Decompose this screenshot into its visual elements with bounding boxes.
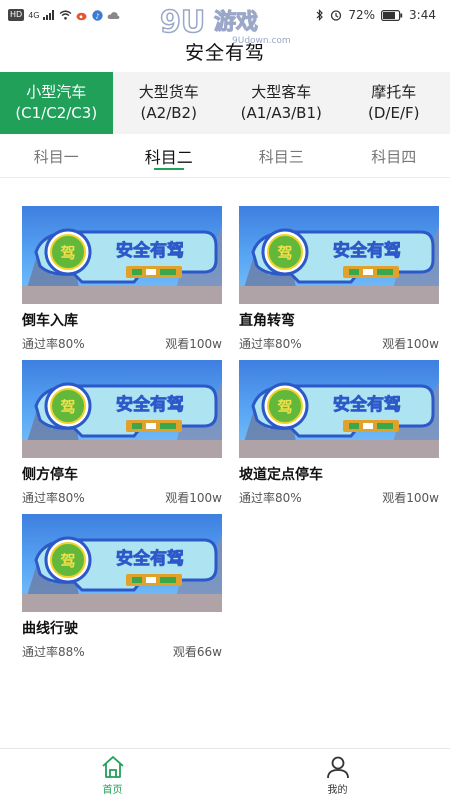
weibo-icon [76, 12, 87, 20]
video-meta: 通过率88% 观看66w [22, 644, 222, 660]
svg-text:安全有驾: 安全有驾 [333, 394, 401, 415]
svg-text:驾: 驾 [277, 398, 292, 416]
tab-large-bus[interactable]: 大型客车 (A1/A3/B1) [225, 72, 338, 134]
network-label: 4G [28, 10, 40, 20]
home-icon [101, 755, 124, 778]
pass-rate: 通过率80% [239, 337, 302, 351]
status-time: 3:44 [409, 8, 436, 22]
view-count: 观看66w [172, 645, 222, 659]
svg-text:♪: ♪ [96, 12, 100, 20]
tab-code: (D/E/F) [368, 104, 420, 122]
view-count: 观看100w [165, 491, 222, 505]
cloud-icon [108, 11, 120, 19]
view-count: 观看100w [382, 491, 439, 505]
tab-subject-2[interactable]: 科目二 [113, 134, 226, 178]
nav-label: 我的 [327, 784, 348, 796]
video-title: 坡道定点停车 [239, 467, 323, 483]
view-count: 观看100w [165, 337, 222, 351]
tab-label: 科目一 [33, 147, 79, 166]
svg-text:安全有驾: 安全有驾 [333, 240, 401, 261]
svg-text:安全有驾: 安全有驾 [116, 240, 184, 261]
tab-subject-3[interactable]: 科目三 [225, 134, 338, 178]
video-title: 曲线行驶 [22, 621, 78, 637]
tab-subject-4[interactable]: 科目四 [338, 134, 450, 178]
svg-text:安全有驾: 安全有驾 [116, 394, 184, 415]
nav-label: 首页 [102, 784, 123, 796]
video-meta: 通过率80% 观看100w [239, 490, 439, 506]
music-icon: ♪ [92, 9, 104, 21]
video-thumbnail[interactable]: 驾 安全有驾 [239, 206, 439, 304]
pass-rate: 通过率88% [22, 645, 85, 659]
video-card[interactable]: 驾 安全有驾 侧方停车 通过率80% 观看100w [22, 360, 222, 505]
tab-label: 小型汽车 [26, 83, 87, 101]
video-card[interactable]: 驾 安全有驾 坡道定点停车 通过率80% 观看100w [239, 360, 439, 505]
thumbnail-illustration: 驾 安全有驾 [22, 380, 222, 458]
tab-label: 科目三 [258, 147, 304, 166]
pass-rate: 通过率80% [22, 337, 85, 351]
video-card[interactable]: 驾 安全有驾 直角转弯 通过率80% 观看100w [239, 206, 439, 351]
battery-icon [381, 9, 403, 21]
user-icon [326, 756, 349, 778]
video-title: 倒车入库 [22, 313, 78, 329]
video-thumbnail[interactable]: 驾 安全有驾 [239, 360, 439, 458]
subject-tabs: 科目一 科目二 科目三 科目四 [0, 134, 450, 178]
video-meta: 通过率80% 观看100w [22, 490, 222, 506]
svg-text:驾: 驾 [60, 552, 75, 570]
video-thumbnail[interactable]: 驾 安全有驾 [22, 360, 222, 458]
video-meta: 通过率80% 观看100w [239, 336, 439, 352]
license-category-tabs: 小型汽车 (C1/C2/C3) 大型货车 (A2/B2) 大型客车 (A1/A3… [0, 72, 450, 134]
video-meta: 通过率80% 观看100w [22, 336, 222, 352]
bluetooth-icon [316, 9, 324, 21]
tab-label: 大型客车 [251, 83, 312, 101]
tab-code: (C1/C2/C3) [15, 104, 98, 122]
video-card[interactable]: 驾 安全有驾 曲线行驶 通过率88% 观看66w [22, 514, 222, 659]
pass-rate: 通过率80% [239, 491, 302, 505]
svg-text:驾: 驾 [277, 244, 292, 262]
thumbnail-illustration: 驾 安全有驾 [22, 534, 222, 612]
tab-label: 大型货车 [138, 83, 199, 101]
tab-subject-1[interactable]: 科目一 [0, 134, 113, 178]
status-left: HD 4G ♪ [8, 9, 120, 21]
tab-label: 科目四 [371, 147, 417, 166]
thumbnail-illustration: 驾 安全有驾 [239, 380, 439, 458]
hd-badge: HD [8, 9, 25, 21]
view-count: 观看100w [382, 337, 439, 351]
svg-text:驾: 驾 [60, 244, 75, 262]
nav-home[interactable]: 首页 [0, 749, 225, 800]
active-tab-indicator [153, 168, 184, 170]
alarm-icon [331, 10, 342, 21]
tab-code: (A1/A3/B1) [240, 104, 322, 122]
video-card[interactable]: 驾 安全有驾 倒车入库 通过率80% 观看100w [22, 206, 222, 351]
video-title: 侧方停车 [22, 467, 78, 483]
tab-motorcycle[interactable]: 摩托车 (D/E/F) [338, 72, 450, 134]
tab-large-truck[interactable]: 大型货车 (A2/B2) [113, 72, 226, 134]
bottom-nav: 首页 我的 [0, 748, 450, 800]
wifi-icon [60, 10, 72, 20]
battery-percent: 72% [348, 8, 376, 22]
video-thumbnail[interactable]: 驾 安全有驾 [22, 514, 222, 612]
tab-label: 科目二 [144, 148, 193, 167]
signal-icon [43, 10, 55, 20]
tab-label: 摩托车 [371, 83, 417, 101]
tab-code: (A2/B2) [140, 104, 197, 122]
thumbnail-illustration: 驾 安全有驾 [22, 226, 222, 304]
status-right: 72% 3:44 [316, 8, 436, 22]
video-title: 直角转弯 [239, 313, 295, 329]
page-title: 安全有驾 [184, 41, 265, 64]
pass-rate: 通过率80% [22, 491, 85, 505]
video-thumbnail[interactable]: 驾 安全有驾 [22, 206, 222, 304]
svg-text:安全有驾: 安全有驾 [116, 548, 184, 569]
tab-small-car[interactable]: 小型汽车 (C1/C2/C3) [0, 72, 113, 134]
nav-mine[interactable]: 我的 [225, 749, 450, 800]
thumbnail-illustration: 驾 安全有驾 [239, 226, 439, 304]
svg-text:驾: 驾 [60, 398, 75, 416]
app-header: 安全有驾 [0, 30, 450, 72]
